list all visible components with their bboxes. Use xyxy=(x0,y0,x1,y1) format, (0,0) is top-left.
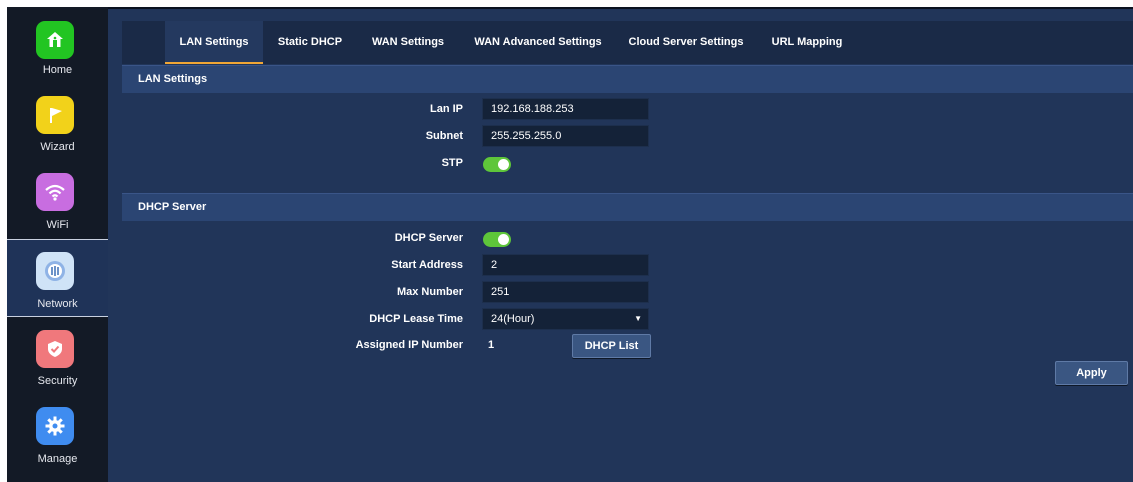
gear-icon xyxy=(36,407,74,445)
tab-wan-settings[interactable]: WAN Settings xyxy=(364,21,452,64)
dhcp-server-toggle[interactable] xyxy=(483,232,511,247)
lease-time-select[interactable]: 24(Hour) ▼ xyxy=(482,308,649,330)
main-panel: LAN Settings Static DHCP WAN Settings WA… xyxy=(108,7,1133,482)
toggle-knob xyxy=(498,234,509,245)
tab-static-dhcp[interactable]: Static DHCP xyxy=(270,21,350,64)
sidebar-item-security[interactable]: Security xyxy=(7,318,108,394)
sidebar-item-manage[interactable]: Manage xyxy=(7,395,108,471)
home-icon xyxy=(36,21,74,59)
assigned-ip-value: 1 xyxy=(488,339,495,351)
sidebar-item-label: Network xyxy=(37,298,78,310)
subnet-input[interactable]: 255.255.255.0 xyxy=(482,125,649,147)
wizard-flag-icon xyxy=(36,96,74,134)
assigned-ip-label: Assigned IP Number xyxy=(355,339,463,351)
sidebar-item-wizard[interactable]: Wizard xyxy=(7,84,108,160)
section-title: LAN Settings xyxy=(138,73,208,85)
divider xyxy=(108,7,1133,9)
tab-lan-settings[interactable]: LAN Settings xyxy=(165,21,263,64)
lan-ip-input[interactable]: 192.168.188.253 xyxy=(482,98,649,120)
stp-label: STP xyxy=(441,157,463,169)
start-address-input[interactable]: 2 xyxy=(482,254,649,276)
sidebar-item-label: WiFi xyxy=(46,219,69,231)
sidebar-item-network[interactable]: Network xyxy=(7,239,109,317)
sidebar-item-label: Wizard xyxy=(40,141,75,153)
toggle-knob xyxy=(498,159,509,170)
stp-toggle[interactable] xyxy=(483,157,511,172)
section-title: DHCP Server xyxy=(138,201,207,213)
max-number-label: Max Number xyxy=(396,286,463,298)
tab-url-mapping[interactable]: URL Mapping xyxy=(766,21,848,64)
tab-cloud-server-settings[interactable]: Cloud Server Settings xyxy=(626,21,746,64)
lease-time-label: DHCP Lease Time xyxy=(369,313,463,325)
sidebar-item-wifi[interactable]: WiFi xyxy=(7,161,108,237)
wifi-icon xyxy=(36,173,74,211)
sidebar-item-label: Manage xyxy=(37,453,78,465)
sidebar: Home Wizard WiFi Network Security Manage xyxy=(7,7,109,482)
max-number-input[interactable]: 251 xyxy=(482,281,649,303)
start-address-label: Start Address xyxy=(391,259,463,271)
tab-wan-advanced-settings[interactable]: WAN Advanced Settings xyxy=(472,21,604,64)
dhcp-list-button[interactable]: DHCP List xyxy=(572,334,651,358)
dropdown-arrow-icon: ▼ xyxy=(634,314,642,323)
apply-button[interactable]: Apply xyxy=(1055,361,1128,385)
sidebar-item-home[interactable]: Home xyxy=(7,7,108,83)
section-header-dhcp: DHCP Server xyxy=(122,193,1133,221)
shield-icon xyxy=(36,330,74,368)
sidebar-item-label: Home xyxy=(42,64,73,76)
lease-time-value: 24(Hour) xyxy=(491,313,535,325)
dhcp-server-label: DHCP Server xyxy=(394,232,463,244)
network-icon xyxy=(36,252,74,290)
subnet-label: Subnet xyxy=(425,130,463,142)
section-header-lan: LAN Settings xyxy=(122,65,1133,93)
tab-bar: LAN Settings Static DHCP WAN Settings WA… xyxy=(122,21,1133,64)
sidebar-item-label: Security xyxy=(37,375,78,387)
lan-ip-label: Lan IP xyxy=(429,103,463,115)
